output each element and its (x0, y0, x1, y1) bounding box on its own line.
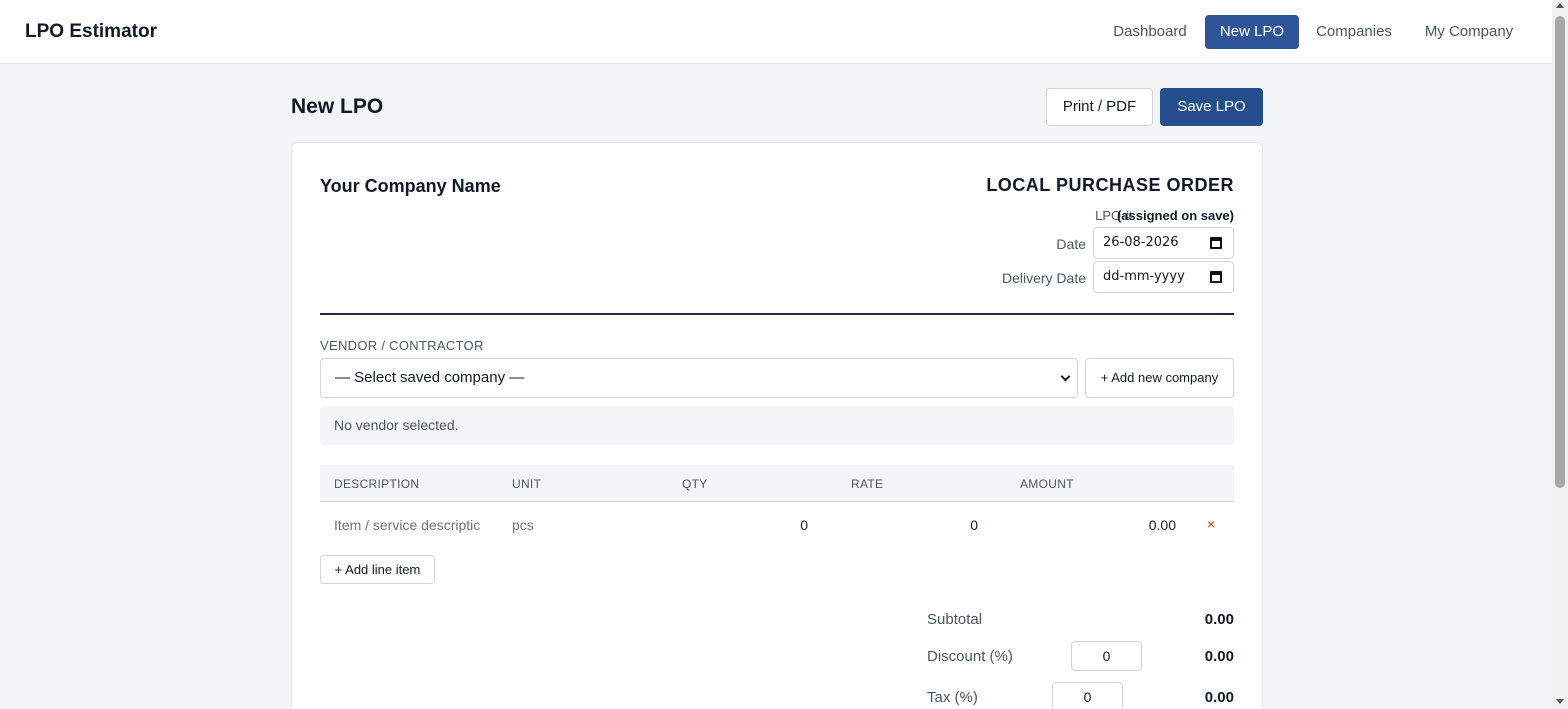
line-items-header: DESCRIPTION UNIT QTY RATE AMOUNT (320, 465, 1234, 502)
rate-input[interactable]: 0 (830, 517, 978, 533)
remove-row-icon[interactable]: × (1207, 516, 1215, 532)
top-navbar: LPO Estimator Dashboard New LPO Companie… (0, 0, 1552, 64)
scroll-thumb[interactable] (1555, 16, 1565, 488)
qty-input[interactable]: 0 (660, 517, 808, 533)
tax-value: 0.00 (1204, 689, 1234, 706)
nav-new-lpo[interactable]: New LPO (1205, 15, 1299, 49)
tax-input[interactable]: 0 (1052, 682, 1123, 709)
subtotal-value: 0.00 (1204, 611, 1234, 628)
delivery-date-input[interactable]: dd-mm-yyyy (1093, 261, 1234, 293)
vendor-status: No vendor selected. (320, 406, 1234, 445)
date-input[interactable]: 26-08-2026 (1093, 227, 1234, 259)
page-title: New LPO (291, 95, 384, 118)
column-header-description: DESCRIPTION (334, 477, 420, 491)
add-line-item-button[interactable]: + Add line item (320, 555, 435, 584)
vendor-select[interactable]: — Select saved company — (320, 358, 1078, 398)
discount-label: Discount (%) (927, 648, 1013, 665)
column-header-qty: QTY (682, 477, 708, 491)
date-label: Date (1056, 236, 1086, 252)
table-row: Item / service descriptic pcs 0 0 0.00 × (320, 503, 1234, 547)
print-pdf-button[interactable]: Print / PDF (1046, 88, 1153, 126)
app-brand[interactable]: LPO Estimator (25, 21, 157, 43)
header-divider (320, 313, 1234, 315)
amount-value: 0.00 (1148, 517, 1176, 533)
lpo-document-card: Your Company Name LOCAL PURCHASE ORDER L… (291, 142, 1263, 709)
column-header-amount: AMOUNT (1020, 477, 1074, 491)
document-title: LOCAL PURCHASE ORDER (986, 175, 1234, 195)
page-scrollbar[interactable] (1552, 0, 1568, 709)
scroll-down-arrow-icon[interactable] (1556, 699, 1564, 704)
calendar-icon[interactable] (1210, 237, 1222, 249)
delivery-date-placeholder: dd-mm-yyyy (1103, 269, 1185, 284)
discount-input[interactable]: 0 (1071, 641, 1142, 671)
description-input[interactable]: Item / service descriptic (334, 517, 484, 533)
calendar-icon[interactable] (1210, 271, 1222, 283)
delivery-date-label: Delivery Date (1001, 270, 1086, 286)
vendor-section-label: VENDOR / CONTRACTOR (320, 338, 484, 353)
chevron-down-icon (1060, 371, 1071, 382)
column-header-unit: UNIT (512, 477, 542, 491)
vendor-select-value: — Select saved company — (335, 369, 525, 386)
discount-value: 0.00 (1204, 648, 1234, 665)
nav-my-company[interactable]: My Company (1414, 15, 1524, 49)
company-name: Your Company Name (320, 176, 501, 196)
scroll-up-arrow-icon[interactable] (1556, 3, 1564, 8)
nav-dashboard[interactable]: Dashboard (1100, 15, 1200, 49)
unit-input[interactable]: pcs (512, 517, 534, 533)
nav-companies[interactable]: Companies (1305, 15, 1403, 49)
tax-label: Tax (%) (927, 689, 978, 706)
lpo-number-value: (assigned on save) (1116, 208, 1234, 223)
date-input-value: 26-08-2026 (1103, 235, 1179, 250)
subtotal-label: Subtotal (927, 611, 983, 628)
save-lpo-button[interactable]: Save LPO (1160, 88, 1263, 126)
column-header-rate: RATE (851, 477, 884, 491)
add-new-company-button[interactable]: + Add new company (1085, 358, 1234, 398)
